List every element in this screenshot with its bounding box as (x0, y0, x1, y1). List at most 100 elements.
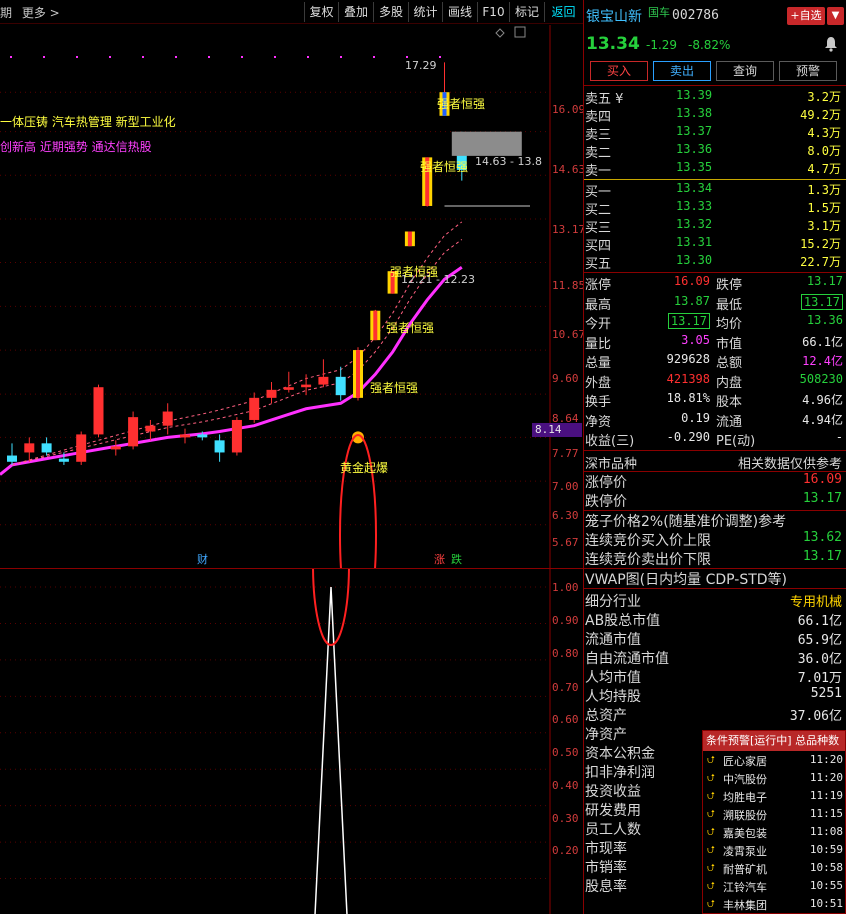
ask-row[interactable]: 卖五 ¥ 13.39 3.2万 (584, 88, 846, 107)
buy-button[interactable]: 买入 (590, 61, 648, 81)
sell-button[interactable]: 卖出 (653, 61, 711, 81)
row-label: 连续竞价卖出价下限 (585, 551, 711, 568)
ask-volume: 4.7万 (807, 162, 841, 176)
alert-item[interactable]: ⮍ 江铃汽车 10:55 (703, 877, 845, 895)
bid-row[interactable]: 买一 13.34 1.3万 (584, 181, 846, 200)
diamond-icon (495, 28, 505, 38)
stat-value: 508230 (799, 371, 843, 386)
multi-stock-button[interactable]: 多股 (373, 2, 408, 22)
condition-alert-popup[interactable]: 条件预警[运行中] 总品种数 ⮍ 匠心家居 11:20 ⮍ 中汽股份 11:20 ⮍ 均胜电子… (702, 730, 846, 914)
row-value: 66.1亿 (797, 613, 842, 629)
bell-icon[interactable] (824, 36, 838, 52)
alert-item[interactable]: ⮍ 溯联股份 11:15 (703, 805, 845, 823)
alert-list: ⮍ 匠心家居 11:20 ⮍ 中汽股份 11:20 ⮍ 均胜电子 11:19 ⮍ 溯联股份 11:15… (703, 751, 845, 913)
back-button[interactable]: 返回 (544, 2, 582, 22)
bid-price: 13.31 (676, 235, 713, 249)
bid-price: 13.33 (676, 199, 713, 213)
price-axis-label: 16.09 (552, 103, 586, 116)
current-price-tag: 8.14 (532, 423, 582, 437)
golden-burst-label: 黄金起爆 (340, 461, 389, 475)
limit-price-row: 跌停价 13.17 (584, 491, 846, 510)
alert-time: 11:19 (809, 789, 843, 802)
vwap-link[interactable]: VWAP图(日内均量 CDP-STD等) (584, 569, 846, 588)
mark-button[interactable]: 标记 (509, 2, 544, 22)
bid-row[interactable]: 买二 13.33 1.5万 (584, 199, 846, 218)
limit-down-marker[interactable]: 跌 (451, 551, 462, 567)
row-value: 13.62 (802, 529, 842, 545)
stat-value: 4.94亿 (802, 412, 843, 427)
fuquan-button[interactable]: 复权 (304, 2, 338, 22)
alert-stock-name: 中汽股份 (723, 773, 767, 786)
bid-row[interactable]: 买三 13.32 3.1万 (584, 217, 846, 236)
ask-label: 卖五 ¥ (585, 92, 624, 107)
candle-body (335, 376, 346, 396)
alert-popup-title[interactable]: 条件预警[运行中] 总品种数 (703, 731, 845, 751)
stat-row: 总量 929628 总额 12.4亿 (584, 352, 846, 372)
overlay-button[interactable]: 叠加 (338, 2, 373, 22)
ask-label: 卖二 (585, 146, 612, 161)
alert-item[interactable]: ⮍ 耐普矿机 10:58 (703, 859, 845, 877)
draw-line-button[interactable]: 画线 (442, 2, 477, 22)
ask-row[interactable]: 卖四 13.38 49.2万 (584, 106, 846, 125)
stat-label: 量比 (585, 336, 612, 352)
indicator-axis-label: 0.40 (552, 779, 579, 792)
add-watchlist-button[interactable]: +自选 (787, 7, 825, 25)
query-button[interactable]: 查询 (716, 61, 774, 81)
alert-item[interactable]: ⮍ 嘉美包装 11:08 (703, 823, 845, 841)
row-label: 员工人数 (585, 821, 641, 838)
f10-button[interactable]: F10 (477, 2, 509, 22)
row-label: 自由流通市值 (585, 650, 669, 667)
signal-label: 强者恒强 (437, 97, 486, 111)
candle-body (214, 440, 225, 453)
top-dot (208, 56, 210, 58)
statistics-button[interactable]: 统计 (408, 2, 442, 22)
alert-time: 10:59 (809, 843, 843, 856)
market-header: 深市品种 相关数据仅供参考 (584, 449, 846, 472)
top-dot (175, 56, 177, 58)
bid-book: 买一 13.34 1.3万 买二 13.33 1.5万 买三 13.32 3.1万 买四 13… (584, 181, 846, 272)
stat-row: 净资 0.19 流通 4.94亿 (584, 411, 846, 431)
finance-marker[interactable]: 财 (197, 551, 208, 567)
alert-stock-name: 匠心家居 (723, 755, 767, 768)
row-label: 流通市值 (585, 631, 641, 648)
alert-time: 11:20 (809, 771, 843, 784)
alert-item[interactable]: ⮍ 丰林集团 10:51 (703, 895, 845, 913)
ask-row[interactable]: 卖三 13.37 4.3万 (584, 124, 846, 143)
row-value: 37.06亿 (789, 708, 842, 724)
alert-item[interactable]: ⮍ 均胜电子 11:19 (703, 787, 845, 805)
watchlist-dropdown-button[interactable]: ▼ (827, 7, 844, 25)
top-dot (307, 56, 309, 58)
top-dot (142, 56, 144, 58)
ask-row[interactable]: 卖二 13.36 8.0万 (584, 142, 846, 161)
bid-volume: 22.7万 (800, 255, 841, 269)
candle-body (93, 387, 104, 435)
stat-value: 13.87 (673, 293, 710, 308)
alert-time: 11:20 (809, 753, 843, 766)
stat-label: 今开 (585, 317, 612, 332)
bid-row[interactable]: 买五 13.30 22.7万 (584, 253, 846, 272)
candle-body (7, 455, 17, 462)
indicator-chart[interactable]: 1.00 0.90 0.80 0.70 0.60 0.50 0.40 0.30 … (0, 568, 583, 914)
stat-row: 收益(三) -0.290 PE(动) - (584, 430, 846, 450)
highlight-ellipse (339, 434, 377, 568)
alert-item[interactable]: ⮍ 凌霄泵业 10:59 (703, 841, 845, 859)
indicator-axis-label: 0.20 (552, 844, 579, 857)
kline-svg (0, 25, 551, 568)
ask-row[interactable]: 卖一 13.35 4.7万 (584, 160, 846, 179)
market-disclaimer: 相关数据仅供参考 (737, 456, 842, 472)
price-axis-label: 5.67 (552, 536, 579, 549)
alert-item[interactable]: ⮍ 匠心家居 11:20 (703, 751, 845, 769)
more-menu[interactable]: 更多 > (22, 6, 60, 20)
kline-chart[interactable]: 一体压铸 汽车热管理 新型工业化 创新高 近期强势 通达信热股 16.09 14… (0, 25, 586, 568)
signal-label: 强者恒强 (386, 321, 435, 335)
bid-row[interactable]: 买四 13.31 15.2万 (584, 235, 846, 254)
row-value: 5251 (810, 685, 842, 701)
period-menu[interactable]: 期 (0, 6, 12, 20)
alert-item[interactable]: ⮍ 中汽股份 11:20 (703, 769, 845, 787)
double-chevron-up-icon: ⮍ (707, 881, 716, 892)
alert-button[interactable]: 预警 (779, 61, 837, 81)
bid-volume: 3.1万 (807, 219, 841, 233)
limit-up-marker[interactable]: 涨 (434, 551, 445, 567)
price-axis-label: 7.77 (552, 447, 579, 460)
fundamental-row: AB股总市值 66.1亿 (584, 610, 846, 629)
